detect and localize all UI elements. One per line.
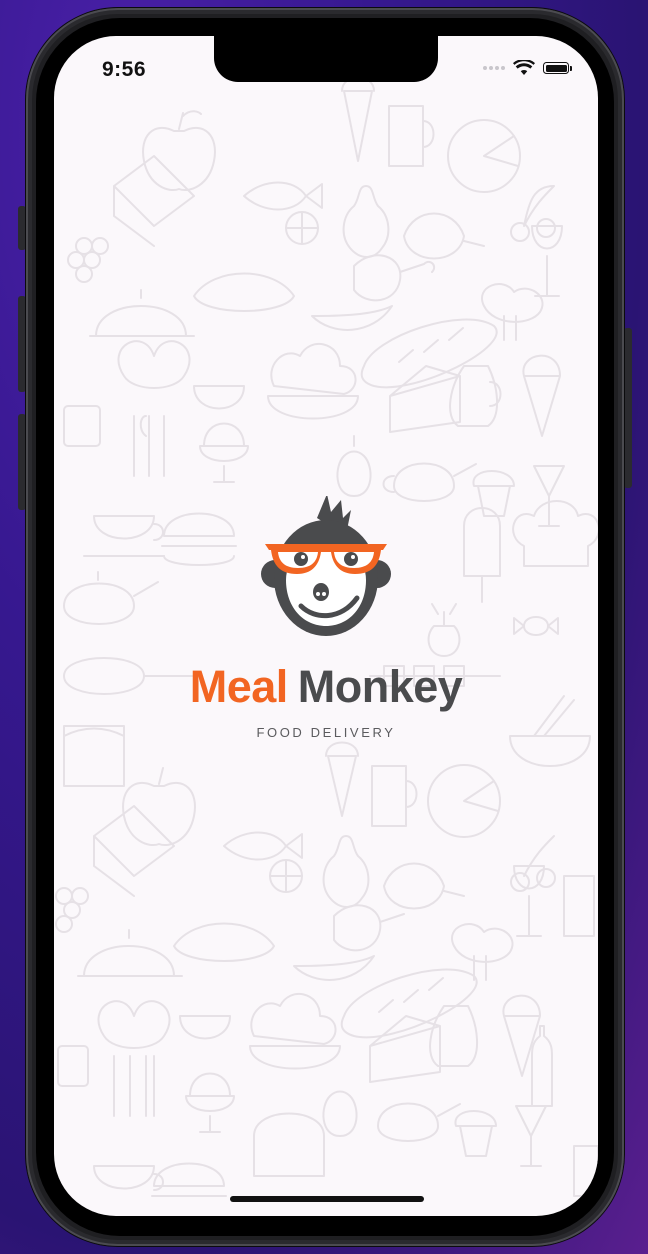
monkey-with-glasses-icon	[261, 496, 391, 636]
brand-name-monkey: Monkey	[297, 661, 463, 712]
wifi-icon	[513, 60, 535, 75]
splash-logo: Meal Monkey FOOD DELIVERY	[54, 496, 598, 740]
status-icons	[483, 60, 572, 76]
splash-screen: 9:56 Meal Monkey FOOD DELIVERY	[54, 36, 598, 1216]
status-time: 9:56	[102, 58, 147, 81]
silent-switch	[18, 206, 26, 250]
battery-icon	[543, 62, 572, 74]
power-button	[624, 328, 632, 488]
brand-name: Meal Monkey	[54, 664, 598, 709]
tagline: FOOD DELIVERY	[256, 725, 396, 740]
notch	[214, 36, 438, 82]
brand-name-meal: Meal	[189, 661, 289, 712]
volume-up-button	[18, 296, 26, 392]
volume-down-button	[18, 414, 26, 510]
home-indicator[interactable]	[230, 1196, 424, 1202]
cellular-signal-icon	[483, 66, 505, 70]
